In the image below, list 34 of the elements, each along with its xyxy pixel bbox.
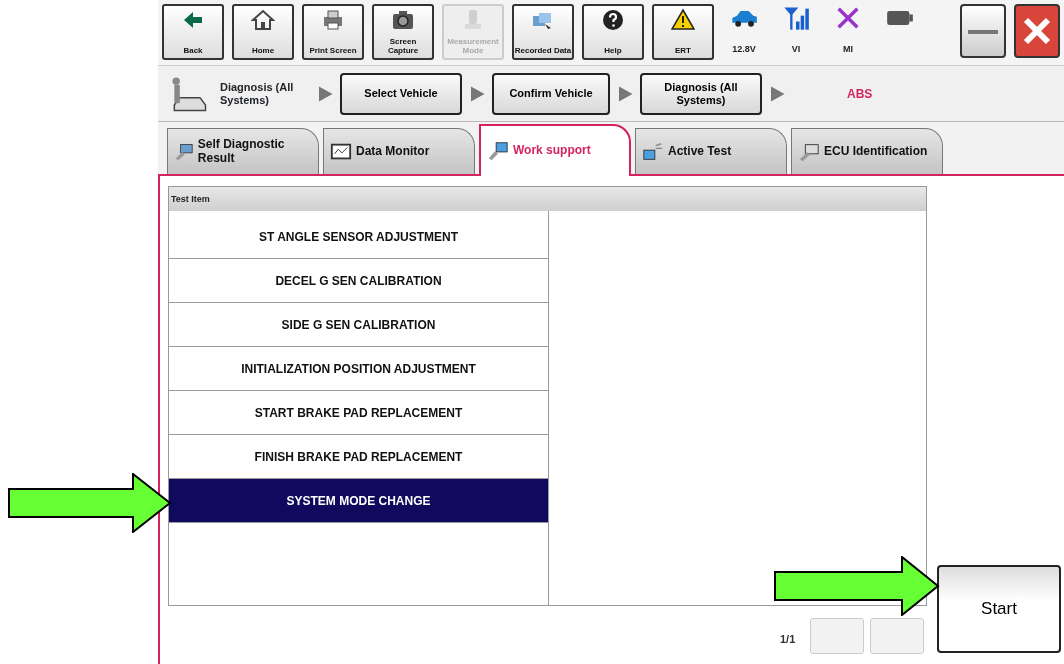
- car-status-label: 12.8V: [732, 42, 756, 56]
- print-button[interactable]: Print Screen: [302, 4, 364, 60]
- printer-icon: [321, 8, 345, 32]
- column-header: Test Item: [169, 187, 926, 211]
- back-button[interactable]: Back: [162, 4, 224, 60]
- camera-icon: [391, 8, 415, 32]
- page-counter: 1/1: [780, 632, 796, 647]
- help-button[interactable]: Help: [582, 4, 644, 60]
- home-button[interactable]: Home: [232, 4, 294, 60]
- ert-button[interactable]: ERT: [652, 4, 714, 60]
- minimize-button[interactable]: [960, 4, 1006, 58]
- recorded-button[interactable]: Recorded Data: [512, 4, 574, 60]
- breadcrumb-label: Diagnosis (All Systems): [220, 81, 295, 106]
- start-button[interactable]: Start: [937, 565, 1061, 653]
- breadcrumb-step-button[interactable]: Confirm Vehicle: [492, 72, 610, 115]
- tab[interactable]: Self Diagnostic Result: [167, 128, 319, 174]
- test-item-row[interactable]: SYSTEM MODE CHANGE: [169, 479, 548, 523]
- warning-icon: [671, 8, 695, 32]
- signal-status-label: VI: [791, 42, 801, 56]
- house-icon: [251, 8, 275, 32]
- close-button[interactable]: [1014, 4, 1060, 58]
- cross-status-label: MI: [843, 42, 853, 56]
- tab[interactable]: Data Monitor: [323, 128, 475, 174]
- breadcrumb-step-button[interactable]: Select Vehicle: [340, 72, 462, 115]
- breadcrumb-step-button[interactable]: Diagnosis (All Systems): [640, 72, 762, 115]
- current-system-label: ABS: [847, 85, 873, 103]
- camera-button[interactable]: Screen Capture: [372, 4, 434, 60]
- screen-icon: [642, 140, 664, 163]
- tab[interactable]: ECU Identification: [791, 128, 943, 174]
- tools-icon: [487, 140, 509, 162]
- tab[interactable]: Active Test: [635, 128, 787, 174]
- close-icon: [1022, 16, 1052, 46]
- tab[interactable]: Work support: [479, 124, 631, 176]
- help-icon: [601, 8, 625, 32]
